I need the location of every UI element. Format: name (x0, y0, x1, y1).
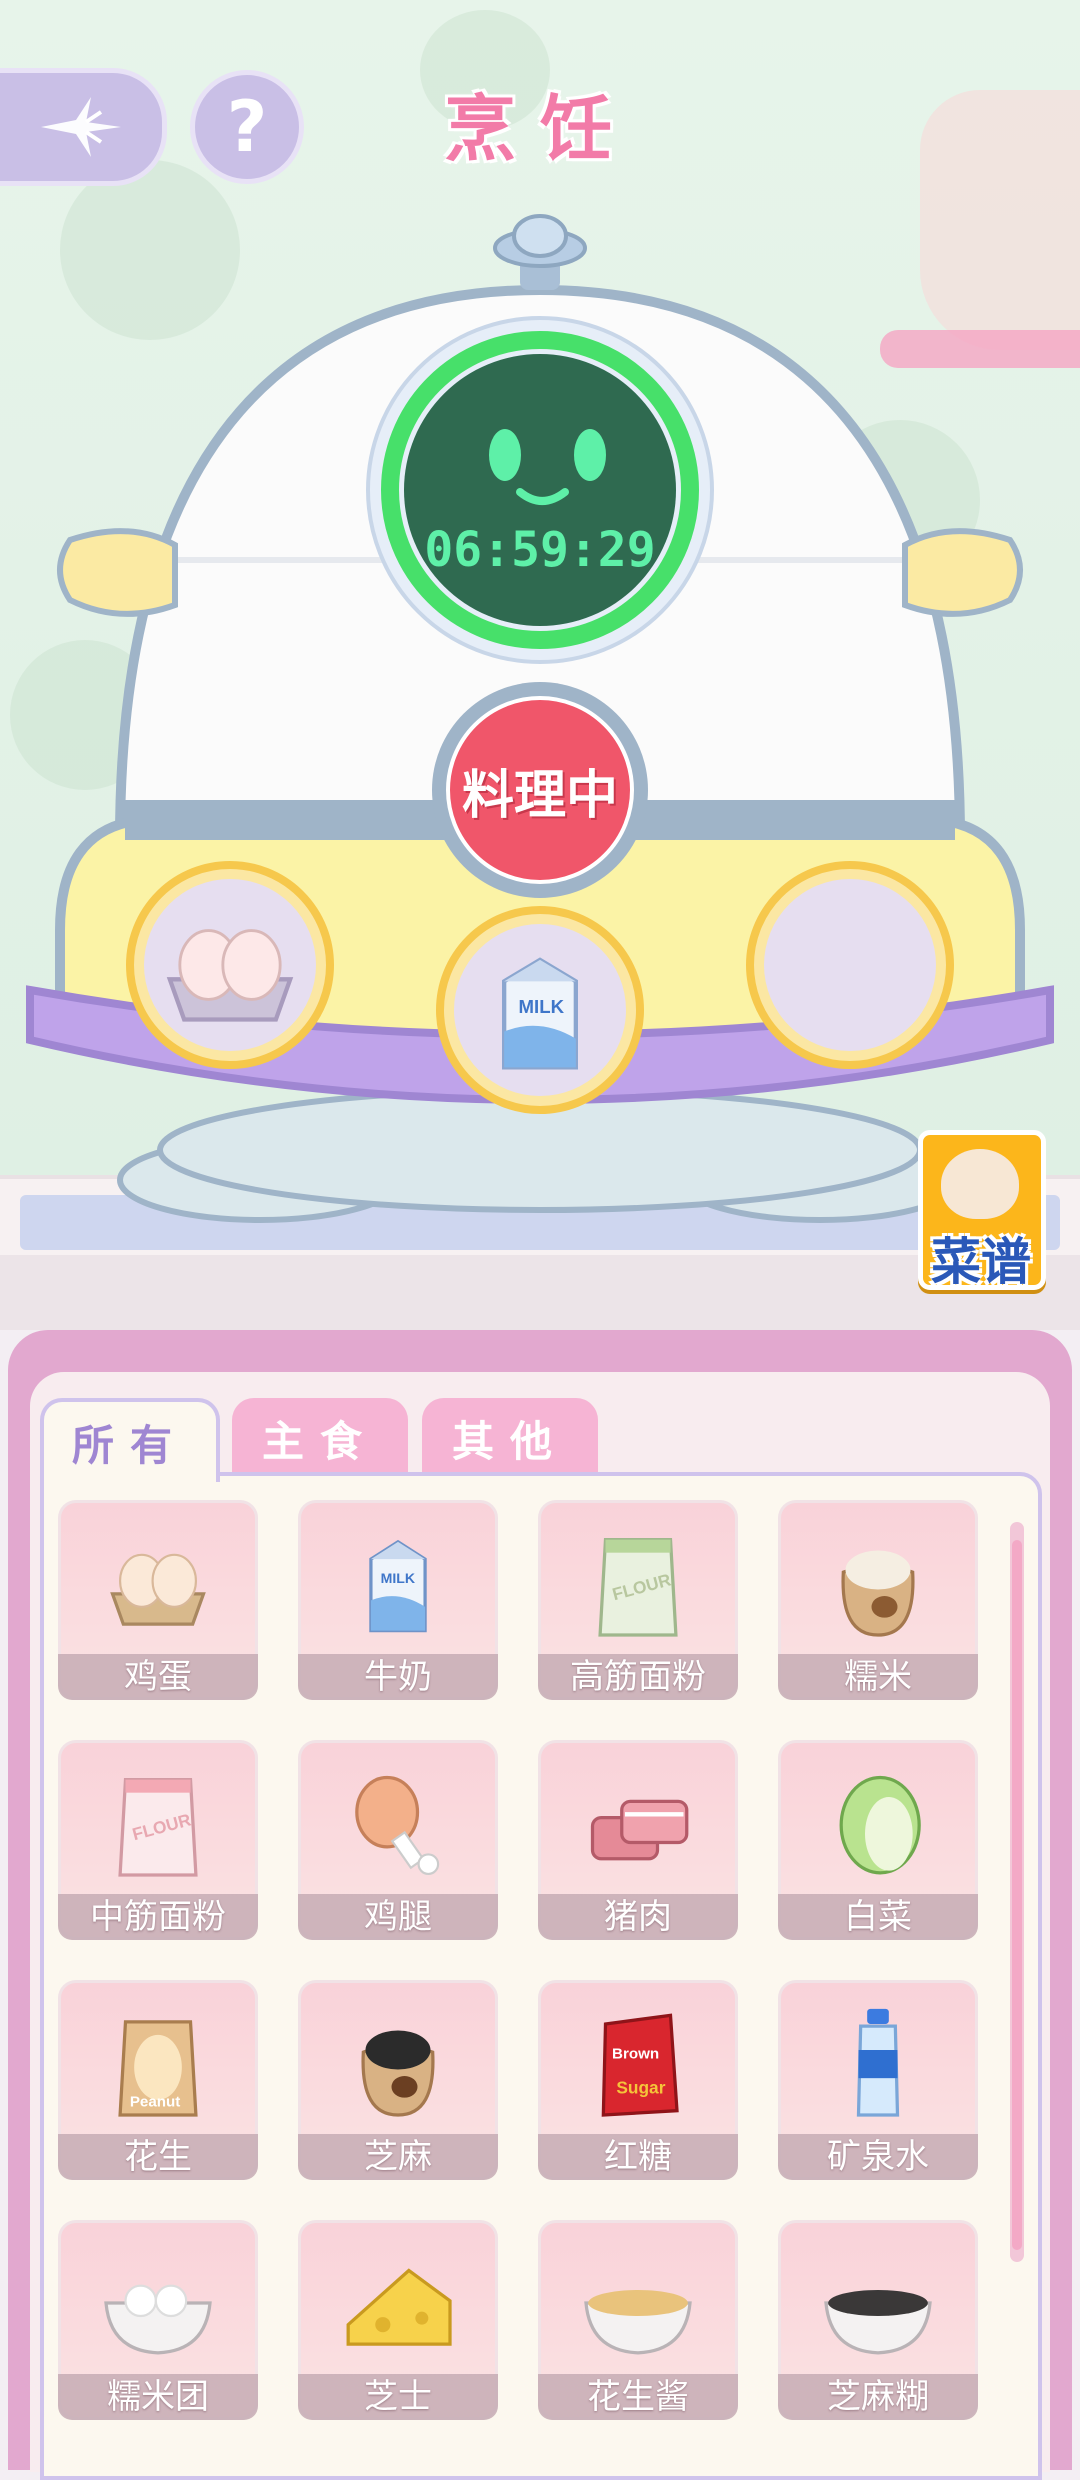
cabbage-icon (839, 1775, 921, 1875)
milk-carton-icon: MILK (369, 1539, 427, 1633)
ingredient-item[interactable]: 芝麻糊 (778, 2220, 978, 2424)
ingredient-label: 芝麻糊 (778, 2374, 978, 2420)
ingredient-label: 芝麻 (298, 2134, 498, 2180)
cooking-status-label: 料理中 (461, 765, 618, 826)
milk-carton-icon: MILK (502, 957, 578, 1070)
chicken-leg-icon (355, 1775, 440, 1875)
ingredient-label: 牛奶 (298, 1654, 498, 1700)
ingredient-item[interactable]: Peanut 花生 (58, 1980, 258, 2184)
cooking-status-button[interactable]: 料理中 (448, 698, 632, 882)
egg-carton-icon (166, 929, 294, 1022)
ingredient-item[interactable]: MILK 牛奶 (298, 1500, 498, 1704)
ingredient-item[interactable]: 矿泉水 (778, 1980, 978, 2184)
compass-star-icon (41, 97, 121, 157)
tab-all[interactable]: 所有 (40, 1398, 220, 1482)
cook-timer: 06:59:29 (424, 522, 656, 578)
ingredient-slot-1[interactable] (144, 879, 316, 1051)
ingredient-label: 矿泉水 (778, 2134, 978, 2180)
cheese-icon (346, 2268, 452, 2346)
tab-staple-label: 主食 (261, 1416, 378, 1466)
ingredient-slot-3[interactable] (764, 879, 936, 1051)
tab-all-label: 所有 (71, 1420, 188, 1470)
ingredient-item[interactable]: 猪肉 (538, 1740, 738, 1944)
ingredient-item[interactable]: 鸡蛋 (58, 1500, 258, 1704)
svg-text:MILK: MILK (519, 996, 565, 1017)
tab-other[interactable]: 其他 (422, 1398, 598, 1478)
peanut-butter-bowl-icon (584, 2290, 692, 2355)
svg-text:Sugar: Sugar (616, 2077, 665, 2097)
hamster-chef-icon (941, 1149, 1019, 1219)
ingredient-label: 白菜 (778, 1894, 978, 1940)
rice-ball-bowl-icon (104, 2284, 212, 2355)
ingredient-item[interactable]: Brown Sugar 红糖 (538, 1980, 738, 2184)
ingredient-label: 花生酱 (538, 2374, 738, 2420)
ingredient-label: 糯米 (778, 1654, 978, 1700)
help-button[interactable]: ? (190, 70, 304, 184)
flour-bag-pink-icon: FLOUR (118, 1778, 198, 1877)
back-button[interactable] (0, 68, 167, 186)
svg-text:MILK: MILK (381, 1570, 416, 1586)
peanut-bag-icon: Peanut (118, 2020, 198, 2117)
ingredient-label: 花生 (58, 2134, 258, 2180)
pork-icon (590, 1799, 689, 1861)
tab-other-label: 其他 (451, 1416, 568, 1466)
ingredient-item[interactable]: FLOUR 中筋面粉 (58, 1740, 258, 1944)
ingredient-item[interactable]: 芝士 (298, 2220, 498, 2424)
ingredient-item[interactable]: FLOUR 高筋面粉 (538, 1500, 738, 1704)
ingredient-slot-2[interactable]: MILK (454, 924, 626, 1096)
ingredient-label: 中筋面粉 (58, 1894, 258, 1940)
ingredient-label: 糯米团 (58, 2374, 258, 2420)
sesame-paste-bowl-icon (824, 2290, 932, 2355)
egg-carton-icon (110, 1553, 206, 1626)
scrollbar-thumb[interactable] (1012, 1540, 1022, 2250)
svg-text:Peanut: Peanut (130, 2093, 181, 2110)
ingredient-label: 猪肉 (538, 1894, 738, 1940)
ingredient-label: 红糖 (538, 2134, 738, 2180)
water-bottle-icon (856, 2008, 900, 2117)
ingredient-label: 鸡腿 (298, 1894, 498, 1940)
ingredient-item[interactable]: 花生酱 (538, 2220, 738, 2424)
ingredient-item[interactable]: 白菜 (778, 1740, 978, 1944)
ingredient-item[interactable]: 芝麻 (298, 1980, 498, 2184)
ingredient-label: 高筋面粉 (538, 1654, 738, 1700)
svg-text:Brown: Brown (612, 2046, 659, 2063)
ingredient-item[interactable]: 糯米 (778, 1500, 978, 1704)
ingredient-item[interactable]: 鸡腿 (298, 1740, 498, 1944)
ingredient-label: 鸡蛋 (58, 1654, 258, 1700)
ingredient-label: 芝士 (298, 2374, 498, 2420)
recipe-book-label: 菜谱 (931, 1233, 1031, 1291)
sesame-sack-icon (361, 2030, 435, 2117)
rice-sack-icon (841, 1550, 915, 1637)
ingredient-item[interactable]: 糯米团 (58, 2220, 258, 2424)
flour-bag-icon: FLOUR (598, 1538, 678, 1637)
brown-sugar-icon: Brown Sugar (601, 2013, 679, 2117)
tab-staple[interactable]: 主食 (232, 1398, 408, 1478)
page-title: 烹饪 (443, 87, 636, 171)
help-icon: ? (226, 86, 268, 168)
